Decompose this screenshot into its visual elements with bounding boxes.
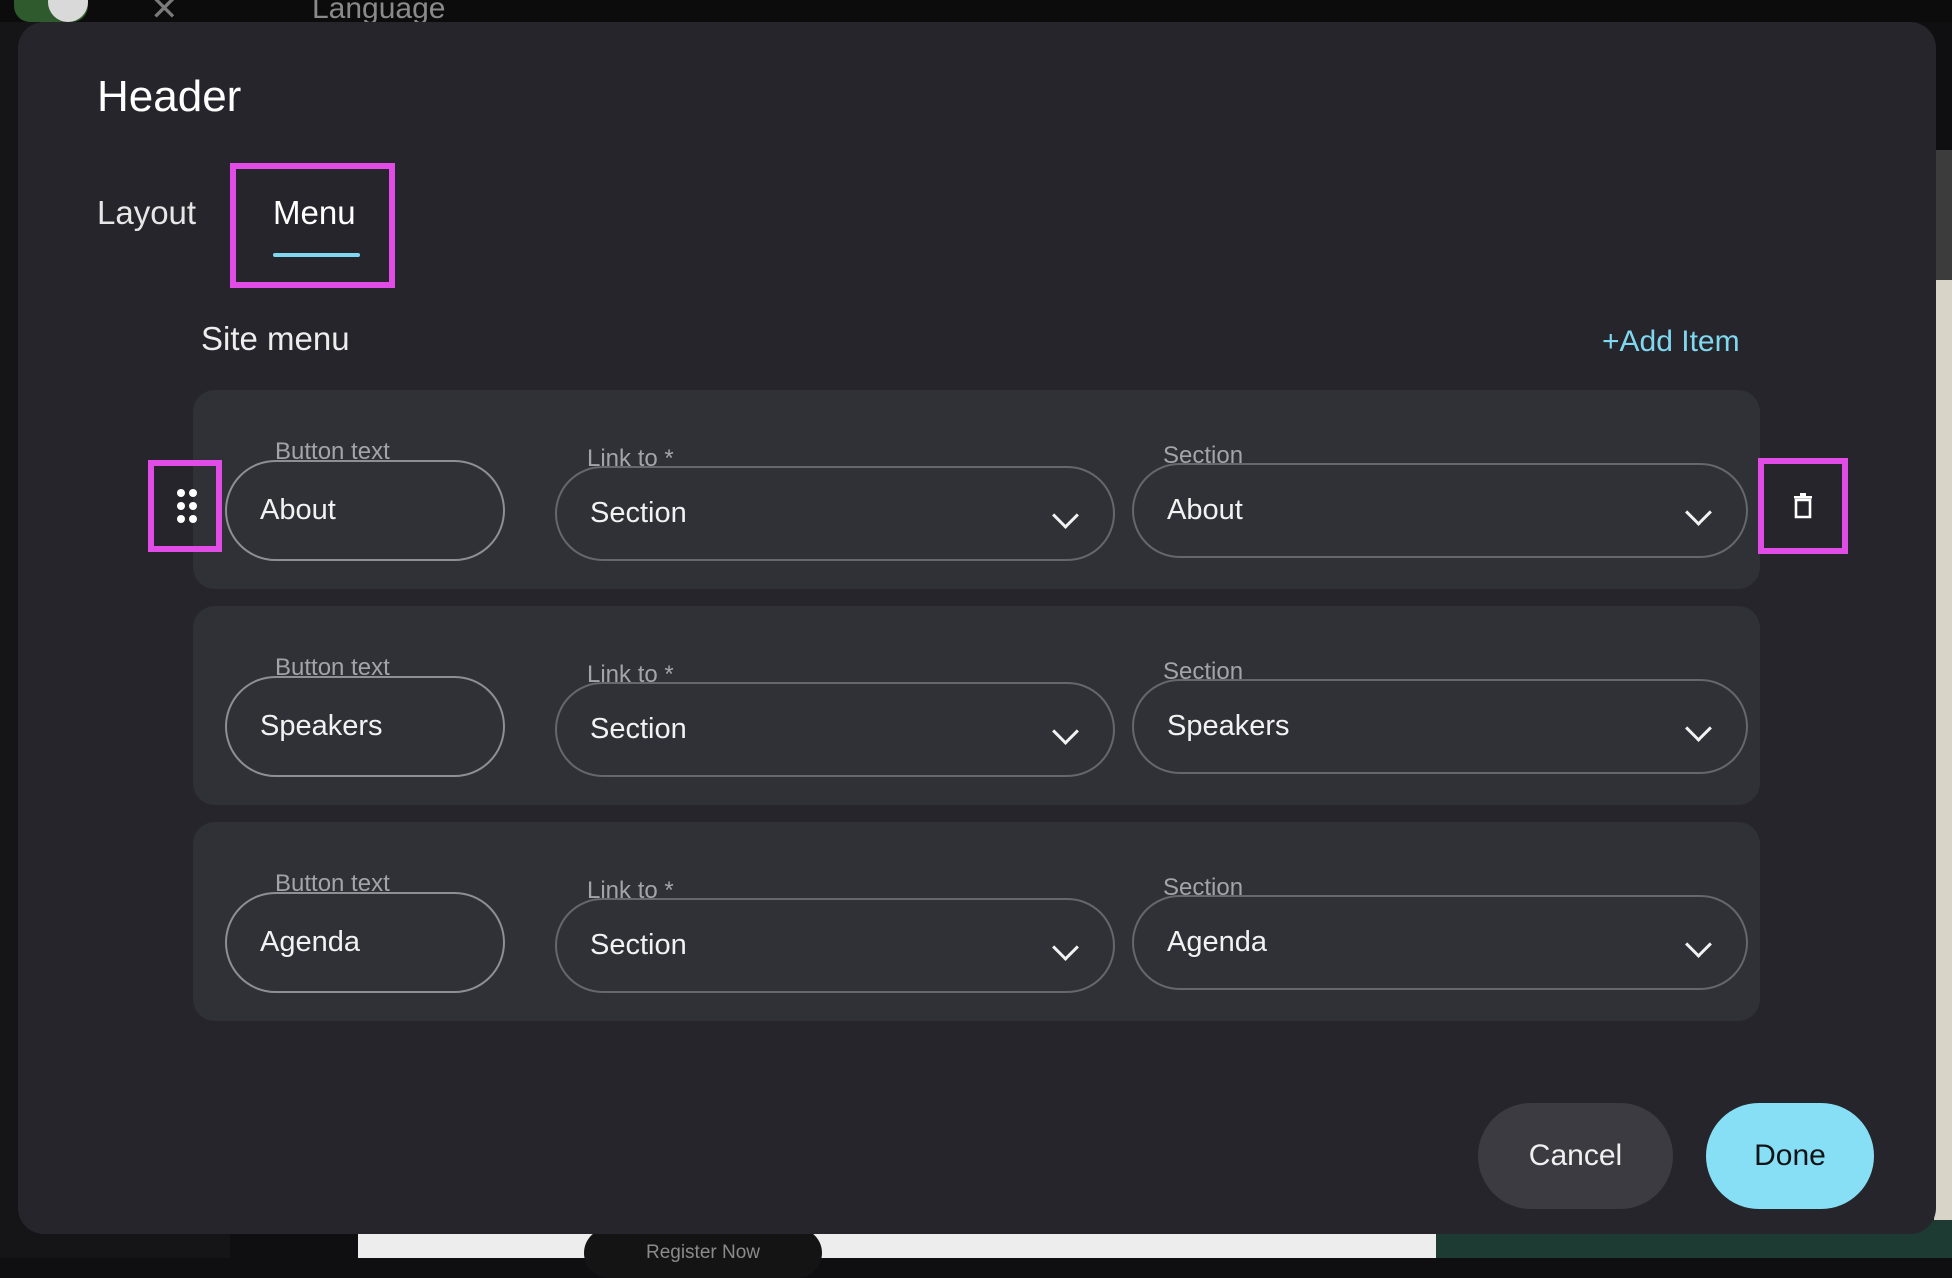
chevron-down-icon xyxy=(1685,715,1712,742)
link-to-select[interactable]: Section xyxy=(555,898,1115,993)
done-button[interactable]: Done xyxy=(1706,1103,1874,1209)
section-select[interactable]: Speakers xyxy=(1132,679,1748,774)
background-right-scroll xyxy=(1934,150,1952,280)
section-value: Agenda xyxy=(1167,926,1267,958)
tab-layout[interactable]: Layout xyxy=(97,194,196,232)
menu-item-row: Button text About Link to * Section Sect… xyxy=(193,390,1760,589)
modal-title: Header xyxy=(97,72,242,121)
chevron-down-icon xyxy=(1052,934,1079,961)
background-right-panel xyxy=(1934,150,1952,1220)
section-select[interactable]: Agenda xyxy=(1132,895,1748,990)
button-text-input[interactable]: Speakers xyxy=(225,676,505,777)
section-select[interactable]: About xyxy=(1132,463,1748,558)
chevron-down-icon xyxy=(1685,499,1712,526)
chevron-down-icon xyxy=(1052,502,1079,529)
site-menu-title: Site menu xyxy=(201,320,350,357)
link-to-value: Section xyxy=(590,929,687,961)
cancel-button[interactable]: Cancel xyxy=(1478,1103,1673,1209)
tab-menu-highlight xyxy=(230,163,395,288)
section-value: About xyxy=(1167,494,1243,526)
chevron-down-icon xyxy=(1685,931,1712,958)
menu-item-row: Button text Speakers Link to * Section S… xyxy=(193,606,1760,805)
button-text-input[interactable]: Agenda xyxy=(225,892,505,993)
button-text-input[interactable]: About xyxy=(225,460,505,561)
add-item-button[interactable]: +Add Item xyxy=(1602,325,1740,359)
background-language-label: Language xyxy=(312,0,446,25)
background-topbar xyxy=(0,0,1952,22)
header-settings-modal: Header Layout Menu Site menu +Add Item B… xyxy=(18,22,1936,1234)
link-to-value: Section xyxy=(590,497,687,529)
trash-icon xyxy=(1794,493,1812,519)
section-value: Speakers xyxy=(1167,710,1290,742)
link-to-value: Section xyxy=(590,713,687,745)
chevron-down-icon xyxy=(1052,718,1079,745)
background-register-button: Register Now xyxy=(584,1228,822,1278)
drag-handle-icon xyxy=(177,489,197,525)
background-toggle xyxy=(14,0,88,22)
menu-item-row: Button text Agenda Link to * Section Sec… xyxy=(193,822,1760,1021)
link-to-select[interactable]: Section xyxy=(555,466,1115,561)
link-to-select[interactable]: Section xyxy=(555,682,1115,777)
drag-handle-button[interactable] xyxy=(148,460,222,552)
delete-item-button[interactable] xyxy=(1758,458,1848,554)
